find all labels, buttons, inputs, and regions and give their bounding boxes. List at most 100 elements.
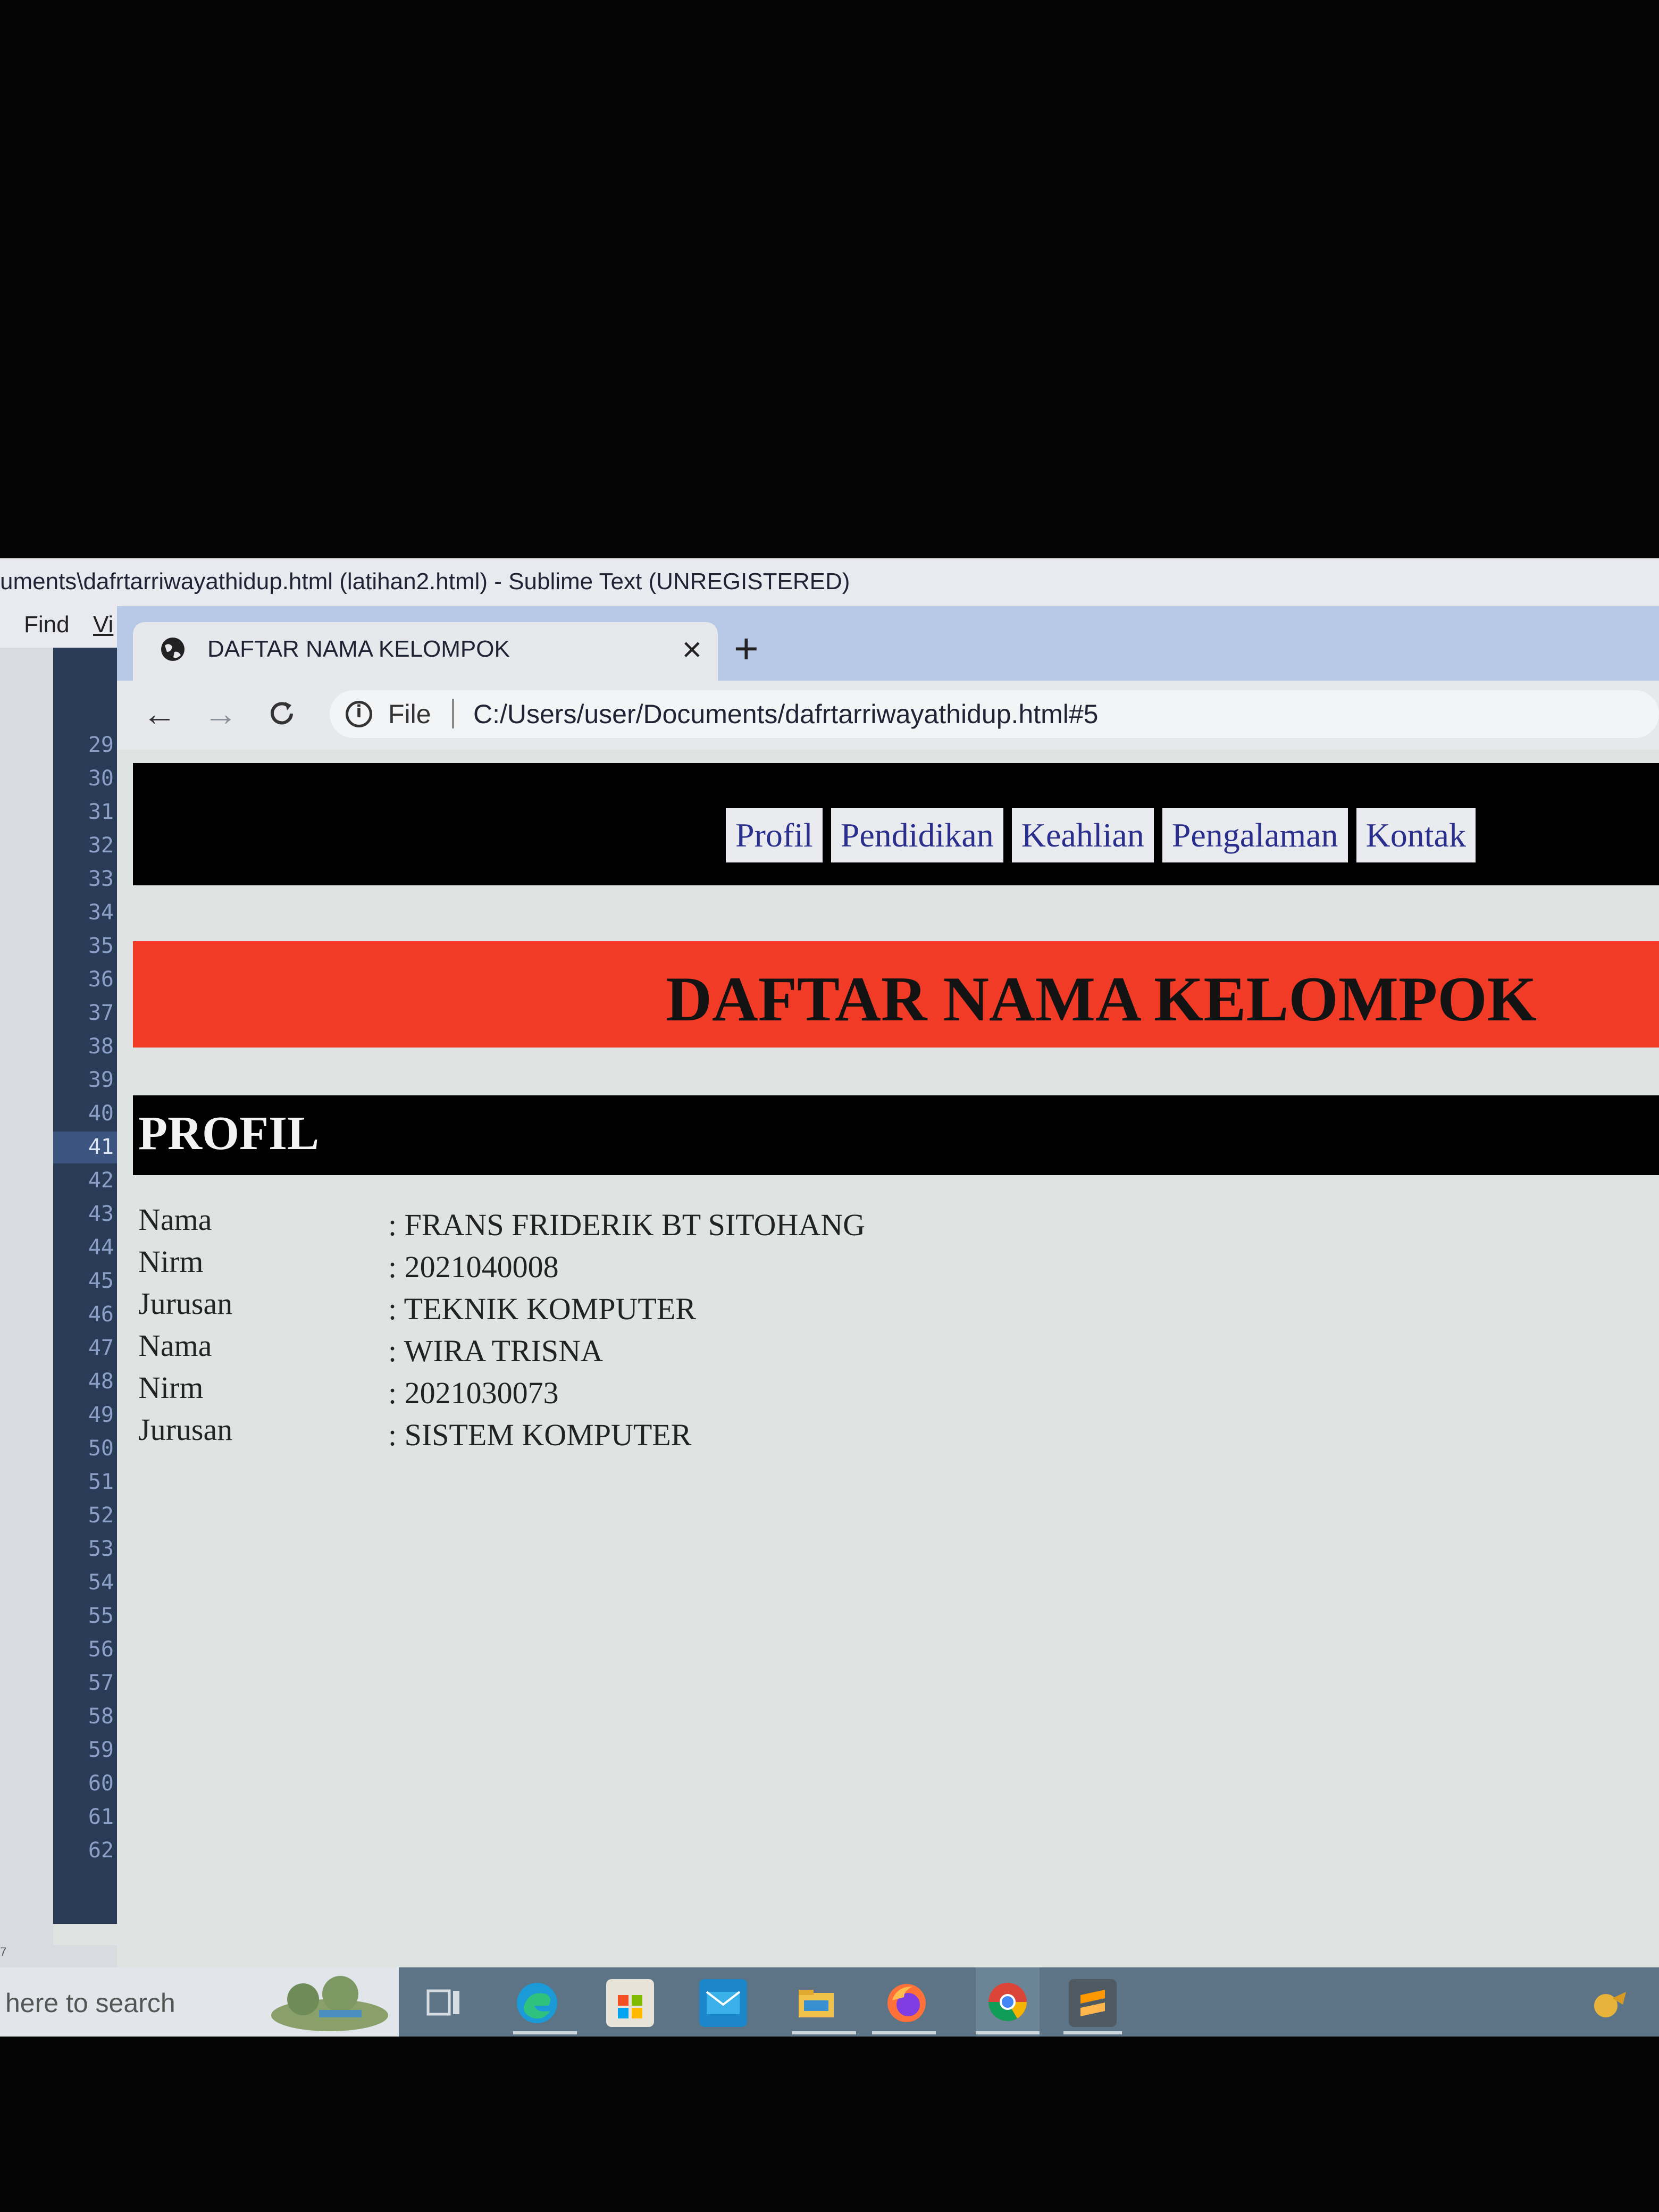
tab-title: DAFTAR NAMA KELOMPOK (207, 636, 510, 662)
page-banner: DAFTAR NAMA KELOMPOK (133, 941, 1659, 1048)
line-number: 47 (88, 1336, 114, 1360)
line-number: 31 (88, 800, 114, 824)
profile-value: : FRANS FRIDERIK BT SITOHANG (388, 1208, 865, 1242)
line-number: 60 (88, 1771, 114, 1796)
line-number: 55 (88, 1604, 114, 1628)
browser-toolbar: ← → File C:/Users/user/Documents/dafrtar… (117, 681, 1659, 750)
line-number: 48 (88, 1369, 114, 1394)
profile-value: : 2021030073 (388, 1376, 559, 1410)
sublime-menu-bar: Find Vi (0, 605, 122, 648)
line-number: 51 (88, 1470, 114, 1494)
profile-label: Nirm (138, 1244, 204, 1279)
profile-label: Jurusan (138, 1412, 233, 1447)
line-number: 59 (88, 1738, 114, 1762)
task-view-icon[interactable] (420, 1979, 468, 2027)
taskbar-search[interactable]: here to search (0, 1967, 399, 2037)
edge-running-indicator (513, 2031, 577, 2034)
explorer-running-indicator (792, 2031, 856, 2034)
profile-value: : WIRA TRISNA (388, 1334, 603, 1368)
taskbar: here to search (0, 1967, 1659, 2037)
omnibox-divider (452, 699, 454, 728)
line-number: 32 (88, 833, 114, 858)
line-number: 58 (88, 1704, 114, 1729)
firefox-icon[interactable] (883, 1979, 931, 2027)
sublime-title-bar: uments\dafrtarriwayathidup.html (latihan… (0, 558, 1659, 605)
line-number: 30 (88, 766, 114, 791)
line-number: 57 (88, 1671, 114, 1695)
sublime-gutter: ◀▶ 2930313233343536373839404142434445464… (53, 648, 155, 1924)
line-number: 40 (88, 1101, 114, 1126)
file-scheme-label: File (388, 699, 431, 729)
site-info-icon[interactable] (346, 701, 372, 727)
reload-button[interactable] (261, 692, 303, 735)
section-title: PROFIL (138, 1107, 320, 1160)
nav-link-pengalaman[interactable]: Pengalaman (1162, 808, 1348, 862)
line-number: 41 (88, 1135, 114, 1159)
nav-links: Profil Pendidikan Keahlian Pengalaman Ko… (726, 808, 1476, 862)
line-number: 49 (88, 1403, 114, 1427)
chrome-icon[interactable] (976, 1967, 1040, 2037)
line-number: 62 (88, 1838, 114, 1863)
line-number: 33 (88, 867, 114, 891)
profile-value: : 2021040008 (388, 1250, 559, 1284)
search-highlight-art-icon (271, 1976, 388, 2031)
line-number: 43 (88, 1202, 114, 1226)
line-number: 56 (88, 1637, 114, 1662)
tray-icon[interactable] (1585, 1979, 1632, 2027)
line-number: 61 (88, 1805, 114, 1829)
file-explorer-icon[interactable] (792, 1979, 840, 2027)
chrome-window: DAFTAR NAMA KELOMPOK × + ← → File C:/Use… (117, 606, 1659, 1999)
screen: uments\dafrtarriwayathidup.html (latihan… (0, 558, 1659, 2037)
page-viewport: Profil Pendidikan Keahlian Pengalaman Ko… (117, 750, 1659, 1999)
active-tab[interactable]: DAFTAR NAMA KELOMPOK × (133, 622, 718, 681)
menu-find[interactable]: Find (24, 611, 70, 638)
new-tab-button[interactable]: + (734, 627, 759, 670)
profile-label: Nirm (138, 1370, 204, 1405)
line-number: 36 (88, 967, 114, 992)
nav-link-kontak[interactable]: Kontak (1356, 808, 1476, 862)
address-bar[interactable]: File C:/Users/user/Documents/dafrtarriwa… (330, 690, 1659, 738)
line-number: 54 (88, 1570, 114, 1595)
profile-label: Nama (138, 1202, 212, 1237)
profile-value: : SISTEM KOMPUTER (388, 1418, 692, 1452)
globe-icon (161, 638, 185, 661)
line-number: 52 (88, 1503, 114, 1528)
reload-icon (271, 702, 293, 725)
line-number: 44 (88, 1235, 114, 1260)
line-number: 39 (88, 1068, 114, 1092)
page-title: DAFTAR NAMA KELOMPOK (666, 963, 1537, 1034)
line-number: 46 (88, 1302, 114, 1327)
sublime-running-indicator (1063, 2031, 1122, 2034)
line-number: 34 (88, 900, 114, 925)
profile-label: Nama (138, 1328, 212, 1363)
firefox-running-indicator (872, 2031, 936, 2034)
profile-value: : TEKNIK KOMPUTER (388, 1292, 696, 1326)
nav-link-keahlian[interactable]: Keahlian (1011, 808, 1154, 862)
nav-link-profil[interactable]: Profil (726, 808, 823, 862)
edge-icon[interactable] (513, 1979, 561, 2027)
tab-strip: DAFTAR NAMA KELOMPOK × + (117, 606, 1659, 681)
line-number: 42 (88, 1168, 114, 1193)
line-number: 53 (88, 1537, 114, 1561)
close-tab-icon[interactable]: × (682, 630, 702, 669)
sublime-window-title: uments\dafrtarriwayathidup.html (latihan… (0, 568, 850, 594)
profile-label: Jurusan (138, 1286, 233, 1321)
line-number: 35 (88, 934, 114, 958)
chrome-running-indicator (976, 2031, 1040, 2034)
back-button[interactable]: ← (138, 692, 181, 735)
url-text[interactable]: C:/Users/user/Documents/dafrtarriwayathi… (473, 699, 1098, 730)
nav-link-pendidikan[interactable]: Pendidikan (831, 808, 1003, 862)
menu-view[interactable]: Vi (93, 611, 113, 638)
line-number: 45 (88, 1269, 114, 1293)
sublime-side-panel (0, 648, 53, 1945)
line-number: 29 (88, 733, 114, 757)
sublime-icon[interactable] (1069, 1979, 1117, 2027)
store-icon[interactable] (606, 1979, 654, 2027)
line-number: 38 (88, 1034, 114, 1059)
site-navbar: Profil Pendidikan Keahlian Pengalaman Ko… (133, 763, 1659, 885)
section-header: PROFIL (133, 1095, 1659, 1175)
mail-icon[interactable] (699, 1979, 747, 2027)
line-number: 37 (88, 1001, 114, 1025)
line-number: 50 (88, 1436, 114, 1461)
forward-button[interactable]: → (199, 692, 242, 735)
